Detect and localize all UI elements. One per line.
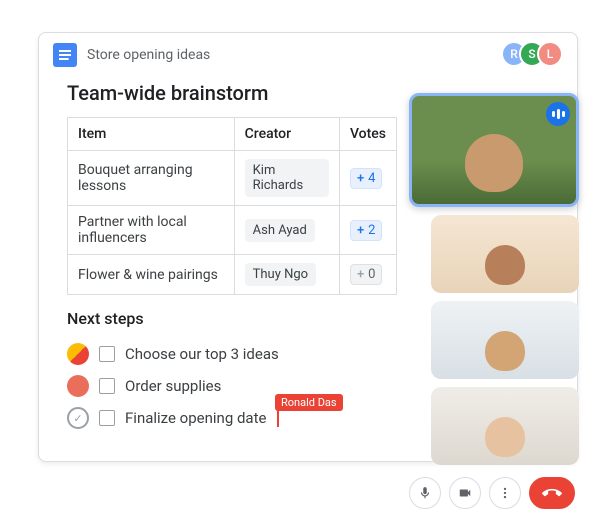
more-vertical-icon bbox=[498, 486, 512, 500]
presence-avatar[interactable]: L bbox=[537, 41, 563, 67]
mic-icon bbox=[418, 486, 432, 500]
speaking-indicator-icon bbox=[546, 102, 570, 126]
task-label[interactable]: Choose our top 3 ideas bbox=[125, 345, 279, 363]
col-creator: Creator bbox=[234, 118, 339, 151]
vote-chip[interactable]: +4 bbox=[350, 168, 383, 189]
call-controls bbox=[409, 477, 579, 509]
task-label[interactable]: Finalize opening date bbox=[125, 409, 266, 427]
plus-icon: + bbox=[357, 171, 364, 186]
cell-creator[interactable]: Thuy Ngo bbox=[234, 255, 339, 295]
participant-video bbox=[431, 301, 579, 379]
task-checkbox[interactable] bbox=[99, 378, 115, 394]
docs-window: Store opening ideas R S L Team-wide brai… bbox=[38, 32, 578, 462]
vote-chip[interactable]: +2 bbox=[350, 220, 383, 241]
text-cursor bbox=[277, 409, 279, 427]
phone-hangup-icon bbox=[542, 483, 562, 503]
video-tile-active-speaker[interactable] bbox=[409, 93, 579, 207]
assignee-avatar[interactable] bbox=[67, 343, 89, 365]
camera-button[interactable] bbox=[449, 477, 481, 509]
titlebar: Store opening ideas R S L bbox=[39, 33, 577, 77]
cell-creator[interactable]: Kim Richards bbox=[234, 151, 339, 206]
creator-chip[interactable]: Kim Richards bbox=[245, 159, 329, 197]
table-row: Flower & wine pairings Thuy Ngo +0 bbox=[68, 255, 397, 295]
table-header-row: Item Creator Votes bbox=[68, 118, 397, 151]
cell-votes[interactable]: +2 bbox=[339, 206, 396, 255]
plus-icon: + bbox=[357, 223, 364, 238]
task-label[interactable]: Order supplies bbox=[125, 377, 221, 395]
cell-item[interactable]: Partner with local influencers bbox=[68, 206, 235, 255]
plus-icon: + bbox=[357, 267, 364, 282]
assignee-avatar[interactable] bbox=[67, 375, 89, 397]
cell-item[interactable]: Bouquet arranging lessons bbox=[68, 151, 235, 206]
participant-video bbox=[431, 215, 579, 293]
more-options-button[interactable] bbox=[489, 477, 521, 509]
brainstorm-table: Item Creator Votes Bouquet arranging les… bbox=[67, 117, 397, 295]
cell-item[interactable]: Flower & wine pairings bbox=[68, 255, 235, 295]
presence-avatars: R S L bbox=[509, 41, 563, 67]
video-tile[interactable] bbox=[431, 387, 579, 465]
video-tile[interactable] bbox=[431, 215, 579, 293]
creator-chip[interactable]: Thuy Ngo bbox=[245, 263, 316, 286]
task-checkbox[interactable] bbox=[99, 410, 115, 426]
camera-icon bbox=[458, 486, 472, 500]
creator-chip[interactable]: Ash Ayad bbox=[245, 219, 315, 242]
video-call-panel bbox=[409, 93, 579, 509]
video-tile[interactable] bbox=[431, 301, 579, 379]
table-row: Partner with local influencers Ash Ayad … bbox=[68, 206, 397, 255]
cell-votes[interactable]: +0 bbox=[339, 255, 396, 295]
task-checkbox[interactable] bbox=[99, 346, 115, 362]
vote-chip[interactable]: +0 bbox=[350, 264, 383, 285]
cell-creator[interactable]: Ash Ayad bbox=[234, 206, 339, 255]
participant-video bbox=[431, 387, 579, 465]
assignee-unassigned-icon[interactable] bbox=[67, 407, 89, 429]
collaborator-cursor-tag: Ronald Das bbox=[275, 394, 343, 411]
document-title[interactable]: Store opening ideas bbox=[87, 47, 210, 63]
cell-votes[interactable]: +4 bbox=[339, 151, 396, 206]
google-docs-icon[interactable] bbox=[53, 43, 77, 67]
hangup-button[interactable] bbox=[529, 477, 575, 509]
col-item: Item bbox=[68, 118, 235, 151]
table-row: Bouquet arranging lessons Kim Richards +… bbox=[68, 151, 397, 206]
mic-button[interactable] bbox=[409, 477, 441, 509]
col-votes: Votes bbox=[339, 118, 396, 151]
